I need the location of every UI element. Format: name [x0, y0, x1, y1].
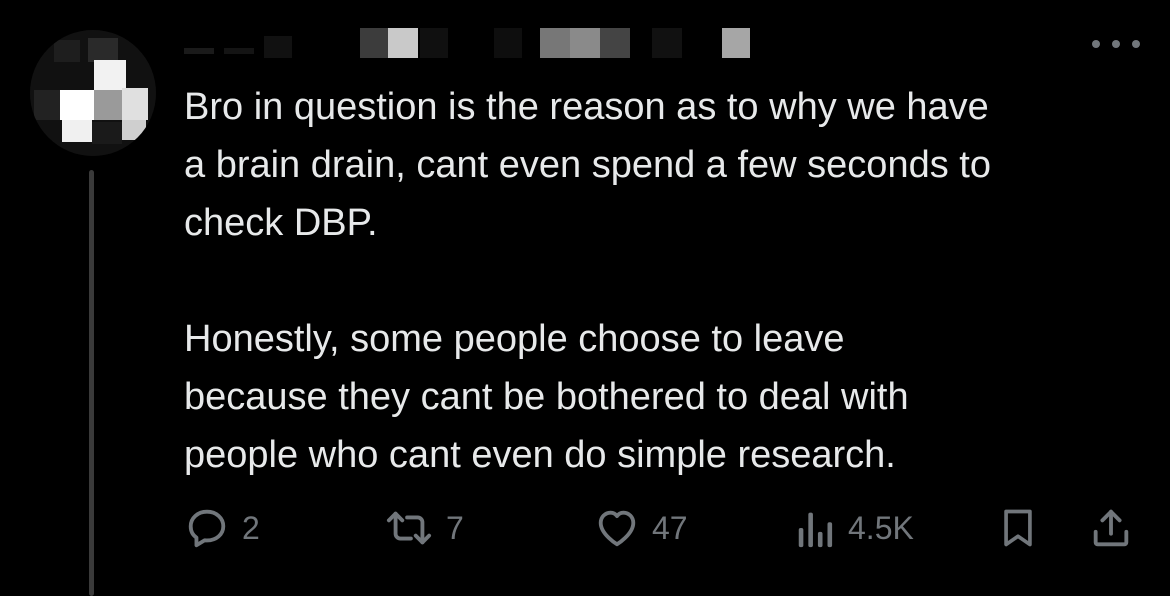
reply-count: 2: [242, 509, 260, 546]
more-icon: [1092, 40, 1100, 48]
views-count: 4.5K: [848, 509, 914, 546]
like-count: 47: [652, 509, 688, 546]
more-icon-dot: [1112, 40, 1120, 48]
reply-icon: [184, 505, 230, 551]
views-button[interactable]: 4.5K: [796, 500, 914, 556]
avatar[interactable]: [30, 30, 156, 156]
retweet-icon: [384, 505, 434, 551]
share-button[interactable]: [1088, 500, 1134, 556]
tweet-line: Bro in question is the reason as to why …: [184, 86, 989, 128]
more-options-button[interactable]: [1092, 34, 1140, 54]
tweet-line-blank: [184, 252, 1154, 310]
reply-button[interactable]: 2: [184, 500, 260, 556]
share-icon: [1088, 505, 1134, 551]
tweet-text: Bro in question is the reason as to why …: [184, 78, 1154, 484]
like-button[interactable]: 47: [594, 500, 688, 556]
retweet-button[interactable]: 7: [384, 500, 464, 556]
tweet[interactable]: Bro in question is the reason as to why …: [0, 0, 1170, 596]
views-icon: [796, 505, 836, 551]
tweet-line: Honestly, some people choose to leave: [184, 318, 845, 360]
tweet-line: check DBP.: [184, 202, 378, 244]
tweet-line: a brain drain, cant even spend a few sec…: [184, 144, 991, 186]
tweet-header-redacted: [184, 28, 804, 62]
tweet-line: because they cant be bothered to deal wi…: [184, 376, 909, 418]
tweet-actions: 2 7 47 4.5K: [184, 500, 1144, 556]
heart-icon: [594, 505, 640, 551]
retweet-count: 7: [446, 509, 464, 546]
tweet-line: people who cant even do simple research.: [184, 434, 896, 476]
thread-line: [89, 170, 94, 596]
more-icon-dot: [1132, 40, 1140, 48]
bookmark-icon: [996, 505, 1040, 551]
bookmark-button[interactable]: [996, 500, 1040, 556]
